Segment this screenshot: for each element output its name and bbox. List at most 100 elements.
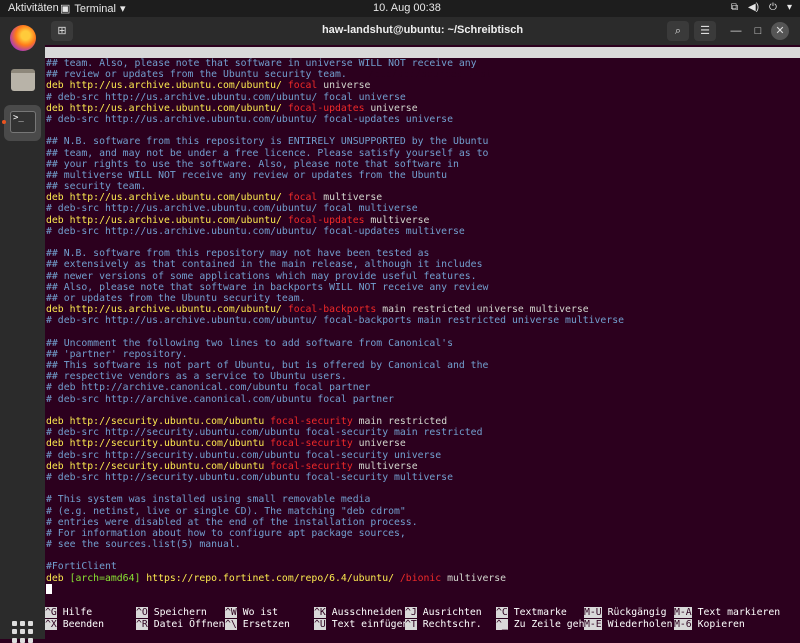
shortcut-item[interactable]: ^K Ausschneiden [314,607,402,619]
editor-line: # deb-src http://us.archive.ubuntu.com/u… [46,226,800,237]
shortcut-item[interactable]: ^G Hilfe [45,607,92,619]
dock: >_ [0,17,45,643]
line-segment: ## team. Also, please note that software… [46,58,477,69]
line-segment: # (e.g. netinst, live or single CD). The… [46,505,406,517]
line-segment: # deb-src http://us.archive.ubuntu.com/u… [46,91,406,103]
show-applications-icon[interactable] [12,621,34,643]
app-menu-label: Terminal [74,2,116,15]
line-segment: main restricted [352,416,448,427]
line-segment: # deb-src http://archive.canonical.com/u… [46,393,394,405]
chevron-down-icon: ▾ [119,3,126,15]
shortcut-item[interactable]: ^T Rechtschr. [405,619,482,631]
line-segment: [arch=amd64] [69,572,141,584]
shortcut-item[interactable]: ^W Wo ist [225,607,278,619]
editor-line: # deb-src http://security.ubuntu.com/ubu… [46,450,800,461]
search-button[interactable]: ⌕ [667,21,689,41]
shortcut-label: Hilfe [56,607,93,618]
top-bar: Aktivitäten ▣ Terminal ▾ 10. Aug 00:38 ⧉… [0,0,800,17]
shortcut-item[interactable]: ^\ Ersetzen [225,619,290,631]
maximize-button[interactable]: □ [748,21,768,41]
editor-line: #FortiClient [46,561,800,572]
line-segment: focal-updates [287,102,365,114]
line-segment: # deb-src http://security.ubuntu.com/ubu… [46,471,453,483]
shortcut-item[interactable]: ^O Speichern [136,607,207,619]
dock-item-files[interactable] [4,63,41,99]
shortcut-item[interactable]: M-U Rückgängig [584,607,667,619]
editor-line: ## newer versions of some applications w… [46,271,800,282]
editor-line: deb [arch=amd64] https://repo.fortinet.c… [46,573,800,584]
running-indicator [2,120,6,124]
terminal-small-icon: ▣ [60,3,71,15]
shortcut-item[interactable]: M-E Wiederholen [584,619,672,631]
line-segment: ## review or updates from the Ubuntu sec… [46,69,347,81]
minimize-button[interactable]: — [726,21,746,41]
line-segment: deb [46,438,70,450]
line-segment: # deb-src http://us.archive.ubuntu.com/u… [46,315,625,327]
shortcut-label: Text einfügen [325,619,409,630]
line-segment: main restricted universe multiverse [376,304,589,316]
shortcut-item[interactable]: ^R Datei Öffnen [136,619,224,631]
line-segment: ## N.B. software from this repository ma… [46,248,430,260]
editor-line: ## 'partner' repository. [46,349,800,360]
menu-button[interactable]: ☰ [694,21,716,41]
shortcut-item[interactable]: ^C Textmarke [496,607,567,619]
line-segment: #FortiClient [46,561,117,573]
line-segment: # deb http://archive.canonical.com/ubunt… [46,382,371,394]
window-titlebar[interactable]: ⊞ haw-landshut@ubuntu: ~/Schreibtisch ⌕ … [45,17,800,45]
editor-line: deb http://us.archive.ubuntu.com/ubuntu/… [46,304,800,315]
line-segment: # deb-src http://us.archive.ubuntu.com/u… [46,203,418,215]
editor-content[interactable]: ## team. Also, please note that software… [46,58,800,595]
shortcut-key: ^\ [225,619,237,630]
line-segment: ## N.B. software from this repository is… [46,136,489,148]
line-segment: http://security.ubuntu.com/ubuntu [69,460,271,472]
activities-button[interactable]: Aktivitäten [8,2,59,14]
line-segment: http://security.ubuntu.com/ubuntu [69,416,271,427]
line-segment: deb [46,102,70,114]
line-segment: deb [46,572,70,584]
dock-item-firefox[interactable] [4,21,41,57]
close-button[interactable]: ✕ [771,22,789,40]
shortcut-label: Ersetzen [236,619,290,630]
shortcut-item[interactable]: ^_ Zu Zeile gehe [496,619,590,631]
line-segment: ## 'partner' repository. [46,348,188,360]
shortcut-item[interactable]: ^J Ausrichten [405,607,482,619]
shortcut-item[interactable]: M-A Text markieren [674,607,780,619]
shortcut-item[interactable]: ^X Beenden [45,619,104,631]
line-segment: ## Uncomment the following two lines to … [46,337,453,349]
line-segment: ## multiverse WILL NOT receive any revie… [46,169,448,181]
app-menu[interactable]: ▣ Terminal ▾ [60,2,126,16]
editor-line: # deb-src http://archive.canonical.com/u… [46,394,800,405]
line-segment: http://us.archive.ubuntu.com/ubuntu/ [69,214,288,226]
line-segment: multiverse [352,460,418,472]
line-segment: http://security.ubuntu.com/ubuntu [69,438,271,450]
line-segment: universe [352,438,406,450]
system-tray[interactable]: ⧉ ◀) ⏻ ▾ [731,2,792,13]
editor-line: ## multiverse WILL NOT receive any revie… [46,170,800,181]
shortcut-item[interactable]: M-6 Kopieren [674,619,745,631]
line-segment: focal-security [270,460,353,472]
cursor-line [46,583,800,595]
line-segment: http://us.archive.ubuntu.com/ubuntu/ [69,304,288,316]
editor-line: # see the sources.list(5) manual. [46,539,800,550]
terminal-area[interactable]: GNU nano 4.8 /etc/apt/sources.list ## te… [45,45,800,639]
hamburger-icon: ☰ [700,25,710,37]
line-segment: ## team, and may not be under a free lic… [46,147,489,159]
editor-line: ## This software is not part of Ubuntu, … [46,360,800,371]
terminal-icon: >_ [10,111,36,133]
firefox-icon [10,25,36,51]
shortcut-item[interactable]: ^U Text einfügen [314,619,408,631]
shortcut-label: Beenden [56,619,104,630]
editor-line: ## N.B. software from this repository is… [46,136,800,147]
line-segment: deb [46,80,70,92]
dock-item-terminal[interactable]: >_ [2,105,41,141]
line-segment: deb [46,214,70,226]
line-segment: # deb-src http://us.archive.ubuntu.com/u… [46,113,453,125]
line-segment: http://us.archive.ubuntu.com/ubuntu/ [69,192,288,204]
clock[interactable]: 10. Aug 00:38 [373,2,441,14]
line-segment: ## newer versions of some applications w… [46,270,477,282]
shortcut-key: M-6 [674,619,692,630]
shortcut-key: ^O [136,607,148,618]
